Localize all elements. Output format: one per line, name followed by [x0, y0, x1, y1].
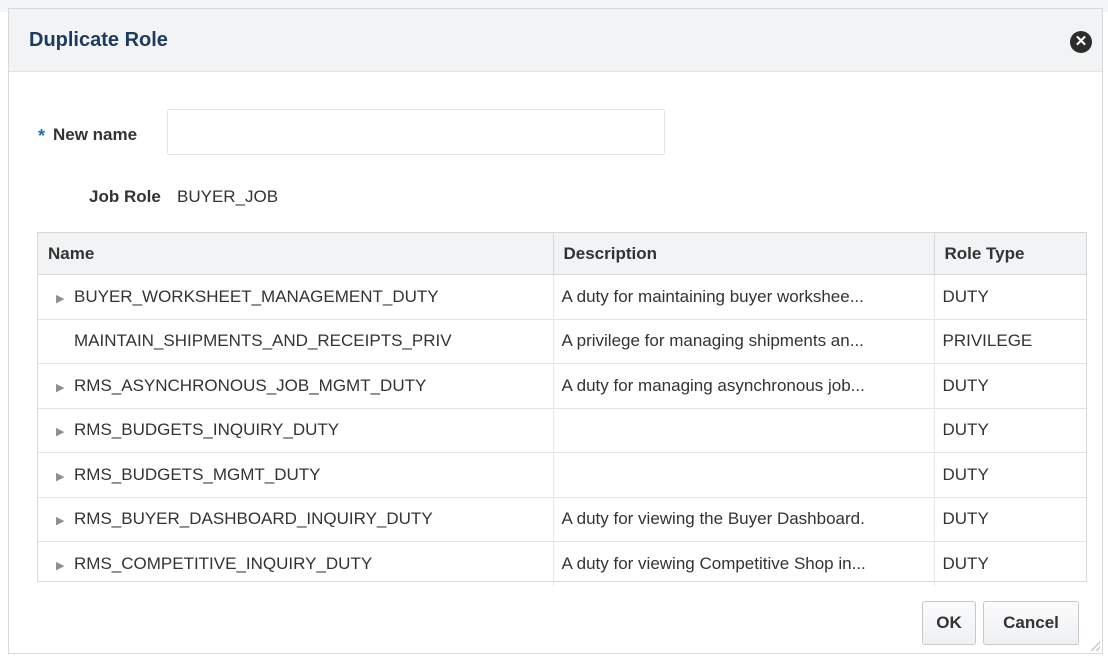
- table-row[interactable]: ▶ BUYER_WORKSHEET_MANAGEMENT_DUTY A duty f…: [38, 274, 1086, 320]
- required-indicator: *: [38, 126, 46, 146]
- table-row[interactable]: ▶MAINTAIN_SHIPMENTS_AND_RECEIPTS_PRIVA p…: [38, 319, 1086, 364]
- role-name: RMS_BUDGETS_INQUIRY_DUTY: [74, 420, 340, 440]
- role-name: BUYER_WORKSHEET_MANAGEMENT_DUTY: [74, 286, 439, 306]
- cell-role-type: DUTY: [934, 408, 1086, 453]
- resize-handle[interactable]: [1090, 641, 1100, 651]
- column-header-name[interactable]: Name: [38, 233, 554, 275]
- cell-role-type: DUTY: [934, 452, 1086, 498]
- expand-arrow-icon[interactable]: ▶: [56, 559, 74, 572]
- role-name: RMS_BUDGETS_MGMT_DUTY: [74, 464, 321, 484]
- cell-name: ▶MAINTAIN_SHIPMENTS_AND_RECEIPTS_PRIV: [38, 319, 554, 364]
- ok-button[interactable]: OK: [922, 601, 976, 645]
- dialog-title: Duplicate Role: [29, 29, 168, 51]
- job-role-label: Job Role: [89, 187, 161, 206]
- cell-description: A duty for viewing Competitive Shop in..…: [553, 541, 935, 586]
- expand-arrow-icon[interactable]: ▶: [56, 514, 74, 527]
- table-row[interactable]: ▶ RMS_BUDGETS_INQUIRY_DUTY DUTY: [38, 408, 1086, 453]
- cell-description: A duty for managing asynchronous job...: [553, 363, 935, 409]
- column-header-role-type[interactable]: Role Type: [934, 233, 1086, 275]
- cell-role-type: PRIVILEGE: [934, 319, 1086, 364]
- role-name: MAINTAIN_SHIPMENTS_AND_RECEIPTS_PRIV: [74, 331, 452, 351]
- roles-table: Name Description Role Type ▶ BUYER_WORKSH…: [37, 232, 1087, 586]
- new-name-label: New name: [53, 125, 138, 144]
- cell-role-type: DUTY: [942, 553, 989, 573]
- dialog-titlebar: Duplicate Role ✕: [9, 9, 1102, 72]
- expand-arrow-icon[interactable]: ▶: [56, 292, 74, 305]
- cell-name: ▶ RMS_BUDGETS_MGMT_DUTY: [38, 452, 554, 498]
- table-row[interactable]: ▶ RMS_COMPETITIVE_INQUIRY_DUTY A duty for …: [38, 541, 1086, 586]
- expand-arrow-icon[interactable]: ▶: [56, 425, 74, 438]
- cell-description: [553, 408, 935, 453]
- cell-name: ▶ RMS_COMPETITIVE_INQUIRY_DUTY: [38, 541, 554, 586]
- cell-role-type: DUTY: [934, 363, 1086, 409]
- job-role-value: BUYER_JOB: [177, 187, 279, 206]
- column-header-description[interactable]: Description: [553, 233, 935, 275]
- expand-arrow-icon[interactable]: ▶: [56, 381, 74, 394]
- expand-arrow-icon[interactable]: ▶: [56, 470, 74, 483]
- cell-description: A privilege for managing shipments an...: [553, 319, 935, 364]
- cell-name: ▶ BUYER_WORKSHEET_MANAGEMENT_DUTY: [38, 274, 554, 320]
- cell-name: ▶ RMS_ASYNCHRONOUS_JOB_MGMT_DUTY: [38, 363, 554, 409]
- cell-role-type: DUTY: [934, 274, 1086, 320]
- table-header-row: Name Description Role Type: [38, 233, 1086, 275]
- cancel-button[interactable]: Cancel: [983, 601, 1079, 645]
- role-name: RMS_ASYNCHRONOUS_JOB_MGMT_DUTY: [74, 375, 427, 395]
- table-row[interactable]: ▶ RMS_ASYNCHRONOUS_JOB_MGMT_DUTY A duty fo…: [38, 363, 1086, 409]
- role-name: RMS_COMPETITIVE_INQUIRY_DUTY: [74, 553, 373, 573]
- cell-name: ▶ RMS_BUDGETS_INQUIRY_DUTY: [38, 408, 554, 453]
- new-name-input[interactable]: [167, 109, 665, 155]
- cell-description: A duty for viewing the Buyer Dashboard.: [553, 497, 935, 542]
- cell-role-type: DUTY: [934, 497, 1086, 542]
- role-name: RMS_BUYER_DASHBOARD_INQUIRY_DUTY: [74, 509, 433, 529]
- table-row[interactable]: ▶ RMS_BUYER_DASHBOARD_INQUIRY_DUTY A duty …: [38, 497, 1086, 542]
- table-row[interactable]: ▶ RMS_BUDGETS_MGMT_DUTY DUTY: [38, 452, 1086, 498]
- close-icon[interactable]: ✕: [1070, 31, 1092, 53]
- cell-description: A duty for maintaining buyer workshee...: [553, 274, 935, 320]
- duplicate-role-dialog: Duplicate Role ✕ * New name Job Role BUY…: [8, 8, 1103, 654]
- cell-name: ▶ RMS_BUYER_DASHBOARD_INQUIRY_DUTY: [38, 497, 554, 542]
- cell-description: [553, 452, 935, 498]
